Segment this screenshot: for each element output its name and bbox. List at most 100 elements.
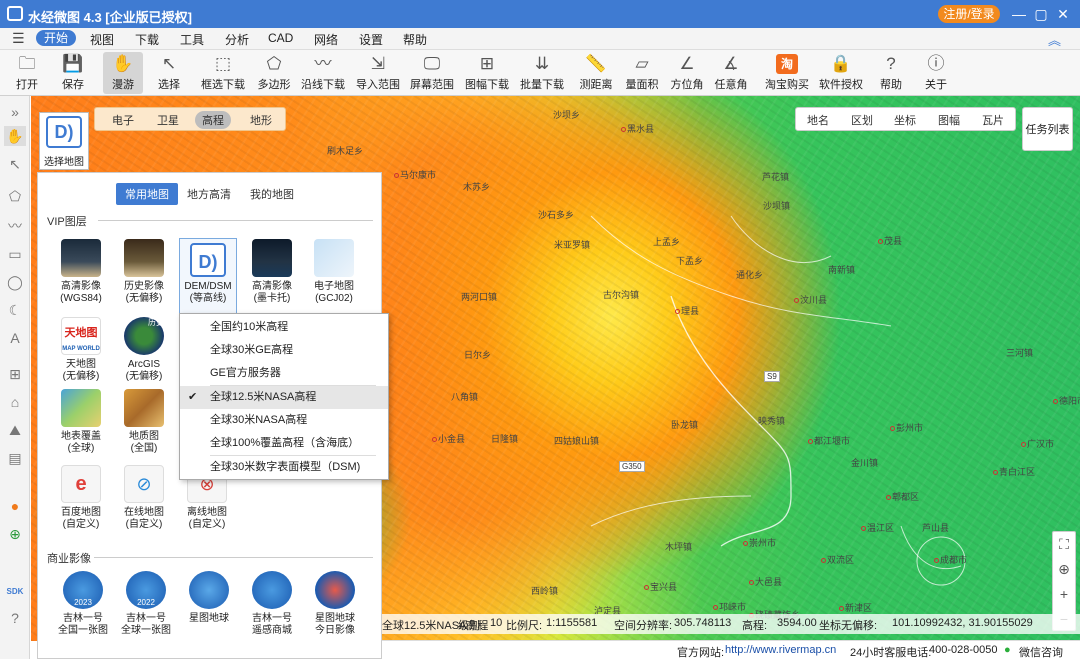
polygon-tool-icon[interactable]: ⬠ [4, 186, 26, 206]
layer-geovis-today[interactable]: 星图地球 今日影像 [306, 571, 364, 645]
open-button[interactable]: 🗀 打开 [10, 52, 44, 94]
map-type-terrain[interactable]: 地形 [243, 111, 279, 129]
sdk-icon[interactable]: SDK [4, 582, 26, 602]
collapse-ribbon-icon[interactable]: ︽ [1048, 30, 1061, 49]
menu-help[interactable]: 帮助 [403, 31, 427, 48]
wechat-consult-link[interactable]: 微信咨询 [1019, 644, 1063, 659]
overlay-placenames[interactable]: 地名 [807, 112, 829, 128]
fullscreen-icon[interactable]: ⛶ [1053, 532, 1075, 556]
dem-option[interactable]: 全国约10米高程 [180, 316, 388, 339]
menu-start[interactable]: 开始 [36, 30, 77, 46]
close-icon[interactable]: ✕ [1052, 4, 1074, 24]
layer-baidu-map[interactable]: e 百度地图 (自定义) [52, 465, 110, 539]
layers-tool-icon[interactable]: ▤ [4, 448, 26, 468]
dem-option[interactable]: GE官方服务器 [180, 362, 388, 385]
tab-local-hd[interactable]: 地方高清 [178, 183, 240, 205]
map-type-satellite[interactable]: 卫星 [150, 111, 186, 129]
hotline-label: 24小时客服电话: [850, 647, 932, 659]
any-angle-button[interactable]: ∡ 任意角 [714, 52, 748, 94]
maximize-icon[interactable]: ▢ [1030, 4, 1052, 24]
text-tool-icon[interactable]: A [4, 328, 26, 348]
menu-settings[interactable]: 设置 [359, 31, 383, 48]
layer-arcgis[interactable]: 历史 ArcGIS (无偏移) [115, 317, 173, 391]
layer-historical-imagery[interactable]: 历史影像 (无偏移) [115, 239, 173, 313]
polygon-button[interactable]: ⬠ 多边形 [255, 52, 293, 94]
login-button[interactable]: 注册/登录 [938, 5, 1000, 23]
pan-button[interactable]: ✋ 漫游 [103, 52, 143, 94]
layer-geovis-earth[interactable]: 星图地球 [180, 571, 238, 645]
menu-cad[interactable]: CAD [268, 31, 293, 45]
place-label: 通化乡 [736, 270, 764, 280]
map-type-elevation[interactable]: 高程 [195, 111, 231, 129]
status-coord-label: 坐标无偏移: [819, 620, 878, 632]
dem-option[interactable]: 全球30米数字表面模型（DSM) [180, 456, 388, 479]
tab-my-maps[interactable]: 我的地图 [241, 183, 303, 205]
link-tool-icon[interactable]: ⊕ [4, 524, 26, 544]
lock-icon: 🔒 [830, 54, 852, 73]
line-download-button[interactable]: 〰沿线下载 [300, 52, 346, 94]
menu-analysis[interactable]: 分析 [225, 31, 249, 48]
layer-jilin1-store[interactable]: 吉林一号 遥感商城 [243, 571, 301, 645]
official-site-link[interactable]: http://www.rivermap.cn [725, 644, 836, 656]
menu-download[interactable]: 下载 [135, 31, 159, 48]
task-list-button[interactable]: 任务列表 [1022, 107, 1073, 151]
layer-jilin1-global[interactable]: 2022 吉林一号 全球一张图 [117, 571, 175, 645]
minimize-icon[interactable]: — [1008, 4, 1030, 24]
select-button[interactable]: ↖ 选择 [152, 52, 186, 94]
overlay-coordinates[interactable]: 坐标 [894, 112, 916, 128]
pan-tool-icon[interactable]: ✋ [4, 126, 26, 146]
layer-tianditu[interactable]: 天地图 MAP WORLD 天地图 (无偏移) [52, 317, 110, 391]
sheet-download-button[interactable]: ⊞ 图幅下载 [463, 52, 511, 94]
layer-hd-imagery-wgs84[interactable]: 高清影像 (WGS84) [52, 239, 110, 313]
menu-network[interactable]: 网络 [314, 31, 338, 48]
menu-view[interactable]: 视图 [90, 31, 114, 48]
azimuth-button[interactable]: ∠ 方位角 [670, 52, 704, 94]
measure-area-button[interactable]: ▱ 量面积 [624, 52, 660, 94]
dem-option[interactable]: 全球100%覆盖高程（含海底） [180, 432, 388, 455]
measure-distance-button[interactable]: 📏 测距离 [578, 52, 614, 94]
place-label: 马尔康市 [394, 168, 436, 181]
dem-option-selected[interactable]: 全球12.5米NASA高程 [180, 386, 388, 409]
plugin-tool-icon[interactable]: ● [4, 496, 26, 516]
dem-option[interactable]: 全球30米NASA高程 [180, 409, 388, 432]
overlay-tiles[interactable]: 瓦片 [982, 112, 1004, 128]
help-button[interactable]: ? 帮助 [876, 52, 906, 94]
zoom-in-button[interactable]: + [1053, 582, 1075, 606]
wechat-icon: ● [1004, 644, 1011, 656]
select-map-button[interactable]: D) 选择地图 [39, 112, 89, 170]
rect-download-button[interactable]: ⬚ 框选下载 [200, 52, 246, 94]
overlay-districts[interactable]: 区划 [851, 112, 873, 128]
grid-tool-icon[interactable]: ⊞ [4, 364, 26, 384]
rectangle-tool-icon[interactable]: ▭ [4, 244, 26, 264]
select-tool-icon[interactable]: ↖ [4, 154, 26, 174]
layer-hd-imagery-mercator[interactable]: 高清影像 (墨卡托) [243, 239, 301, 313]
taobao-buy-button[interactable]: 淘淘宝购买 [765, 52, 809, 94]
tab-common-maps[interactable]: 常用地图 [116, 183, 178, 205]
about-button[interactable]: ⓘ 关于 [921, 52, 951, 94]
screen-range-button[interactable]: 🖵 屏幕范围 [410, 52, 454, 94]
hamburger-icon[interactable]: ☰ [12, 30, 25, 47]
save-button[interactable]: 💾 保存 [56, 52, 90, 94]
map-type-vector[interactable]: 电子 [105, 111, 141, 129]
layer-geology[interactable]: 地质图 (全国) [115, 389, 173, 463]
help-tool-icon[interactable]: ? [4, 608, 26, 628]
polyline-tool-icon[interactable]: 〰 [4, 216, 26, 236]
layer-land-cover[interactable]: 地表覆盖 (全球) [52, 389, 110, 463]
arc-tool-icon[interactable]: ☾ [4, 300, 26, 320]
elevation-tool-icon[interactable]: ⛰ [4, 420, 26, 440]
layer-online-map[interactable]: ⊘ 在线地图 (自定义) [115, 465, 173, 539]
layer-dem-dsm[interactable]: D) DEM/DSM (等高线) [179, 238, 237, 314]
overlay-sheets[interactable]: 图幅 [938, 112, 960, 128]
place-label: 新津区 [839, 601, 872, 614]
layer-vector-map-gcj02[interactable]: 电子地图 (GCJ02) [305, 239, 363, 313]
expand-icon[interactable]: » [4, 102, 26, 122]
import-range-button[interactable]: ⇲ 导入范围 [355, 52, 401, 94]
circle-tool-icon[interactable]: ◯ [4, 272, 26, 292]
layer-jilin1-national[interactable]: 2023 吉林一号 全国一张图 [54, 571, 112, 645]
dem-option[interactable]: 全球30米GE高程 [180, 339, 388, 362]
license-button[interactable]: 🔒 软件授权 [819, 52, 863, 94]
batch-download-button[interactable]: ⇊ 批量下载 [520, 52, 564, 94]
locate-icon[interactable]: ⊕ [1053, 557, 1075, 581]
menu-tools[interactable]: 工具 [180, 31, 204, 48]
building-tool-icon[interactable]: ⌂ [4, 392, 26, 412]
